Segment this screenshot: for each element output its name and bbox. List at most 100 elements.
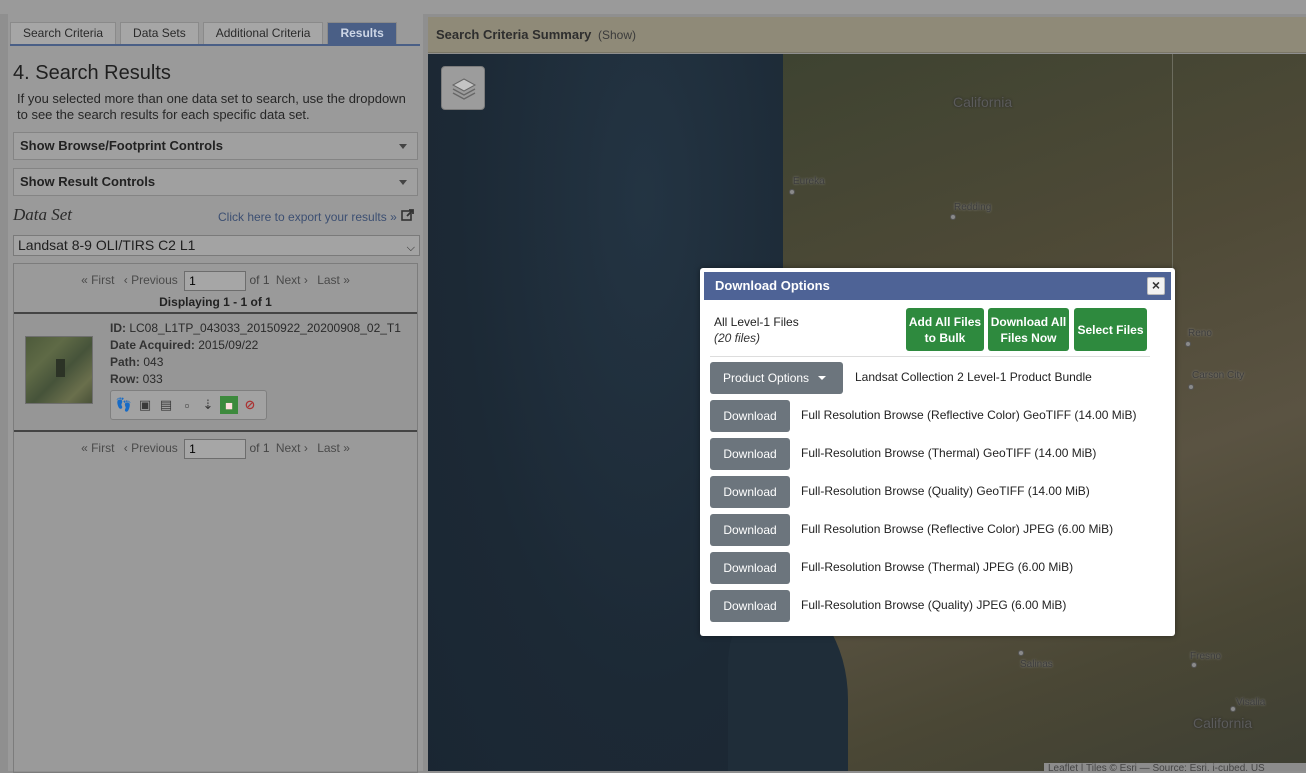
- download-button[interactable]: Download: [710, 400, 790, 432]
- pager-previous[interactable]: ‹ Previous: [124, 273, 178, 287]
- download-item-label: Full-Resolution Browse (Quality) GeoTIFF…: [801, 484, 1090, 498]
- tab-data-sets[interactable]: Data Sets: [120, 22, 199, 44]
- tab-underline: [10, 44, 420, 46]
- pager-next[interactable]: Next ›: [276, 441, 308, 455]
- map-label-california-south: California: [1193, 715, 1253, 731]
- map-label-reno: Reno: [1188, 328, 1212, 339]
- browse-icon[interactable]: ▣: [136, 396, 154, 414]
- order-icon[interactable]: ■: [220, 396, 238, 414]
- map-marker: [1185, 341, 1191, 347]
- pager-first[interactable]: « First: [81, 273, 114, 287]
- add-bulk-line1: Add All Files: [908, 314, 982, 329]
- metadata-icon[interactable]: ▤: [157, 396, 175, 414]
- map-label-fresno: Fresno: [1190, 651, 1222, 662]
- all-files-label: All Level-1 Files: [714, 315, 799, 329]
- pager-last[interactable]: Last »: [317, 441, 350, 455]
- pager-of: of 1: [249, 273, 270, 287]
- export-results-link[interactable]: Click here to export your results »: [218, 210, 397, 224]
- summary-title: Search Criteria Summary (Show): [436, 27, 636, 42]
- pagination-top: « First ‹ Previous of 1 Next › Last »: [14, 269, 417, 291]
- tab-additional-criteria[interactable]: Additional Criteria: [202, 22, 324, 44]
- browse-footprint-controls-label: Show Browse/Footprint Controls: [20, 138, 223, 153]
- results-list: « First ‹ Previous of 1 Next › Last » Di…: [13, 263, 418, 773]
- dialog-header: Download Options ×: [704, 272, 1171, 300]
- scene-id-value: LC08_L1TP_043033_20150922_20200908_02_T1: [129, 321, 401, 335]
- map-label-visalia: Visalia: [1236, 697, 1266, 708]
- scene-thumbnail[interactable]: [25, 336, 93, 404]
- divider: [710, 356, 1150, 357]
- map-marker: [1191, 662, 1197, 668]
- add-all-to-bulk-button[interactable]: Add All Files to Bulk: [906, 308, 984, 351]
- download-button[interactable]: Download: [710, 552, 790, 584]
- dataset-label: Data Set: [13, 205, 73, 224]
- exclude-icon[interactable]: ⊘: [241, 396, 259, 414]
- compare-icon[interactable]: ▫: [178, 396, 196, 414]
- map-marker: [950, 214, 956, 220]
- scene-date-value: 2015/09/22: [198, 338, 259, 352]
- page-number-input[interactable]: [184, 438, 247, 459]
- download-all-files-button[interactable]: Download All Files Now: [988, 308, 1069, 351]
- result-tools: 👣 ▣ ▤ ▫ ⇣ ■ ⊘: [110, 390, 267, 420]
- summary-show-link[interactable]: (Show): [598, 28, 636, 42]
- pager-previous[interactable]: ‹ Previous: [124, 441, 178, 455]
- map-label-eureka: Eureka: [793, 176, 825, 187]
- scene-row-label: Row:: [110, 372, 140, 386]
- map-label-carson-city: Carson City: [1192, 370, 1245, 381]
- map-marker: [1188, 384, 1194, 390]
- page-title: 4. Search Results: [13, 62, 171, 84]
- product-options-label: Product Options: [723, 371, 810, 385]
- pager-last[interactable]: Last »: [317, 273, 350, 287]
- tab-search-criteria[interactable]: Search Criteria: [10, 22, 117, 44]
- product-bundle-label: Landsat Collection 2 Level-1 Product Bun…: [855, 370, 1092, 384]
- dataset-select[interactable]: Landsat 8-9 OLI/TIRS C2 L1 ⌵: [13, 235, 420, 256]
- caret-down-icon: [818, 376, 826, 380]
- external-link-icon[interactable]: [401, 208, 415, 222]
- map-marker: [1018, 650, 1024, 656]
- map-attribution[interactable]: Leaflet | Tiles © Esri — Source: Esri, i…: [1044, 763, 1306, 771]
- result-controls-toggle[interactable]: Show Result Controls: [13, 168, 418, 196]
- footprint-icon[interactable]: 👣: [115, 396, 133, 414]
- pager-first[interactable]: « First: [81, 441, 114, 455]
- summary-title-text: Search Criteria Summary: [436, 27, 592, 42]
- download-icon[interactable]: ⇣: [199, 396, 217, 414]
- product-options-dropdown[interactable]: Product Options: [710, 362, 843, 394]
- displaying-count: Displaying 1 - 1 of 1: [159, 295, 272, 309]
- state-border: [1172, 54, 1173, 304]
- download-button[interactable]: Download: [710, 438, 790, 470]
- download-button[interactable]: Download: [710, 514, 790, 546]
- results-panel: Search Criteria Data Sets Additional Cri…: [8, 14, 423, 773]
- close-button[interactable]: ×: [1147, 277, 1165, 295]
- tab-results[interactable]: Results: [327, 22, 397, 44]
- all-files-count: (20 files): [714, 331, 761, 345]
- result-controls-label: Show Result Controls: [20, 174, 156, 189]
- download-all-line2: Files Now: [1000, 330, 1057, 345]
- download-item-label: Full Resolution Browse (Reflective Color…: [801, 522, 1114, 536]
- download-item-label: Full-Resolution Browse (Quality) JPEG (6…: [801, 598, 1067, 612]
- caret-down-icon: [399, 144, 407, 149]
- map-label-salinas: Salinas: [1020, 659, 1053, 670]
- download-item-label: Full Resolution Browse (Reflective Color…: [801, 408, 1137, 422]
- search-criteria-summary-bar: Search Criteria Summary (Show): [428, 17, 1306, 53]
- pagination-bottom: « First ‹ Previous of 1 Next › Last »: [14, 437, 417, 459]
- chevron-down-icon: ⌵: [406, 242, 415, 254]
- scene-path: Path: 043: [110, 355, 163, 369]
- scene-id: ID: LC08_L1TP_043033_20150922_20200908_0…: [110, 321, 401, 335]
- page-number-input[interactable]: [184, 270, 247, 291]
- download-button[interactable]: Download: [710, 476, 790, 508]
- select-files-button[interactable]: Select Files: [1074, 308, 1147, 351]
- layers-button[interactable]: [441, 66, 485, 110]
- layers-icon: [451, 78, 477, 100]
- scene-path-label: Path:: [110, 355, 140, 369]
- all-files-info: All Level-1 Files (20 files): [714, 314, 799, 346]
- pager-of: of 1: [249, 441, 270, 455]
- scene-date: Date Acquired: 2015/09/22: [110, 338, 258, 352]
- browse-footprint-controls-toggle[interactable]: Show Browse/Footprint Controls: [13, 132, 418, 160]
- download-item-label: Full-Resolution Browse (Thermal) JPEG (6…: [801, 560, 1074, 574]
- download-button[interactable]: Download: [710, 590, 790, 622]
- dataset-select-value: Landsat 8-9 OLI/TIRS C2 L1: [18, 237, 196, 253]
- pager-next[interactable]: Next ›: [276, 273, 308, 287]
- result-item: ID: LC08_L1TP_043033_20150922_20200908_0…: [14, 314, 417, 430]
- divider: [14, 430, 417, 432]
- download-all-line1: Download All: [990, 314, 1067, 329]
- top-bar: [0, 0, 1306, 14]
